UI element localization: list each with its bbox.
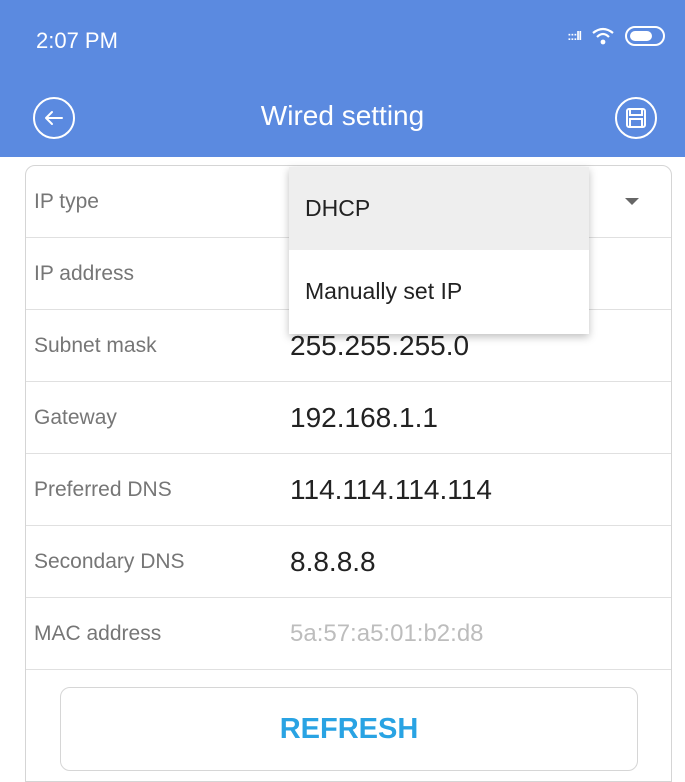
mac-address-row: MAC address 5a:57:a5:01:b2:d8 bbox=[26, 598, 671, 670]
save-button[interactable] bbox=[614, 96, 658, 140]
gateway-row[interactable]: Gateway 192.168.1.1 bbox=[26, 382, 671, 454]
wifi-icon bbox=[592, 27, 614, 45]
preferred-dns-row[interactable]: Preferred DNS 114.114.114.114 bbox=[26, 454, 671, 526]
subnet-mask-label: Subnet mask bbox=[34, 333, 157, 357]
signal-icon: :::ll bbox=[567, 29, 582, 43]
secondary-dns-label: Secondary DNS bbox=[34, 549, 185, 573]
app-bar: 2:07 PM :::ll Wired setting bbox=[0, 0, 685, 157]
status-icons: :::ll bbox=[567, 26, 665, 46]
refresh-label: REFRESH bbox=[279, 712, 419, 745]
refresh-button[interactable]: REFRESH bbox=[60, 687, 638, 771]
page-title: Wired setting bbox=[260, 100, 425, 131]
menu-option-manual-ip[interactable]: Manually set IP bbox=[289, 250, 589, 333]
preferred-dns-label: Preferred DNS bbox=[34, 477, 172, 501]
gateway-value[interactable]: 192.168.1.1 bbox=[290, 402, 438, 434]
preferred-dns-value[interactable]: 114.114.114.114 bbox=[290, 474, 492, 506]
dropdown-arrow-icon[interactable] bbox=[625, 198, 639, 205]
battery-icon bbox=[625, 26, 665, 46]
menu-option-dhcp[interactable]: DHCP bbox=[289, 167, 589, 250]
ip-type-label: IP type bbox=[34, 189, 99, 213]
save-icon bbox=[615, 97, 657, 139]
mac-address-value: 5a:57:a5:01:b2:d8 bbox=[290, 619, 484, 647]
status-time: 2:07 PM bbox=[36, 28, 118, 53]
ip-type-dropdown-menu: DHCP Manually set IP bbox=[289, 167, 589, 334]
gateway-label: Gateway bbox=[34, 405, 117, 429]
subnet-mask-value[interactable]: 255.255.255.0 bbox=[290, 330, 469, 362]
secondary-dns-row[interactable]: Secondary DNS 8.8.8.8 bbox=[26, 526, 671, 598]
secondary-dns-value[interactable]: 8.8.8.8 bbox=[290, 546, 376, 578]
mac-address-label: MAC address bbox=[34, 621, 162, 645]
ip-address-label: IP address bbox=[34, 261, 135, 285]
